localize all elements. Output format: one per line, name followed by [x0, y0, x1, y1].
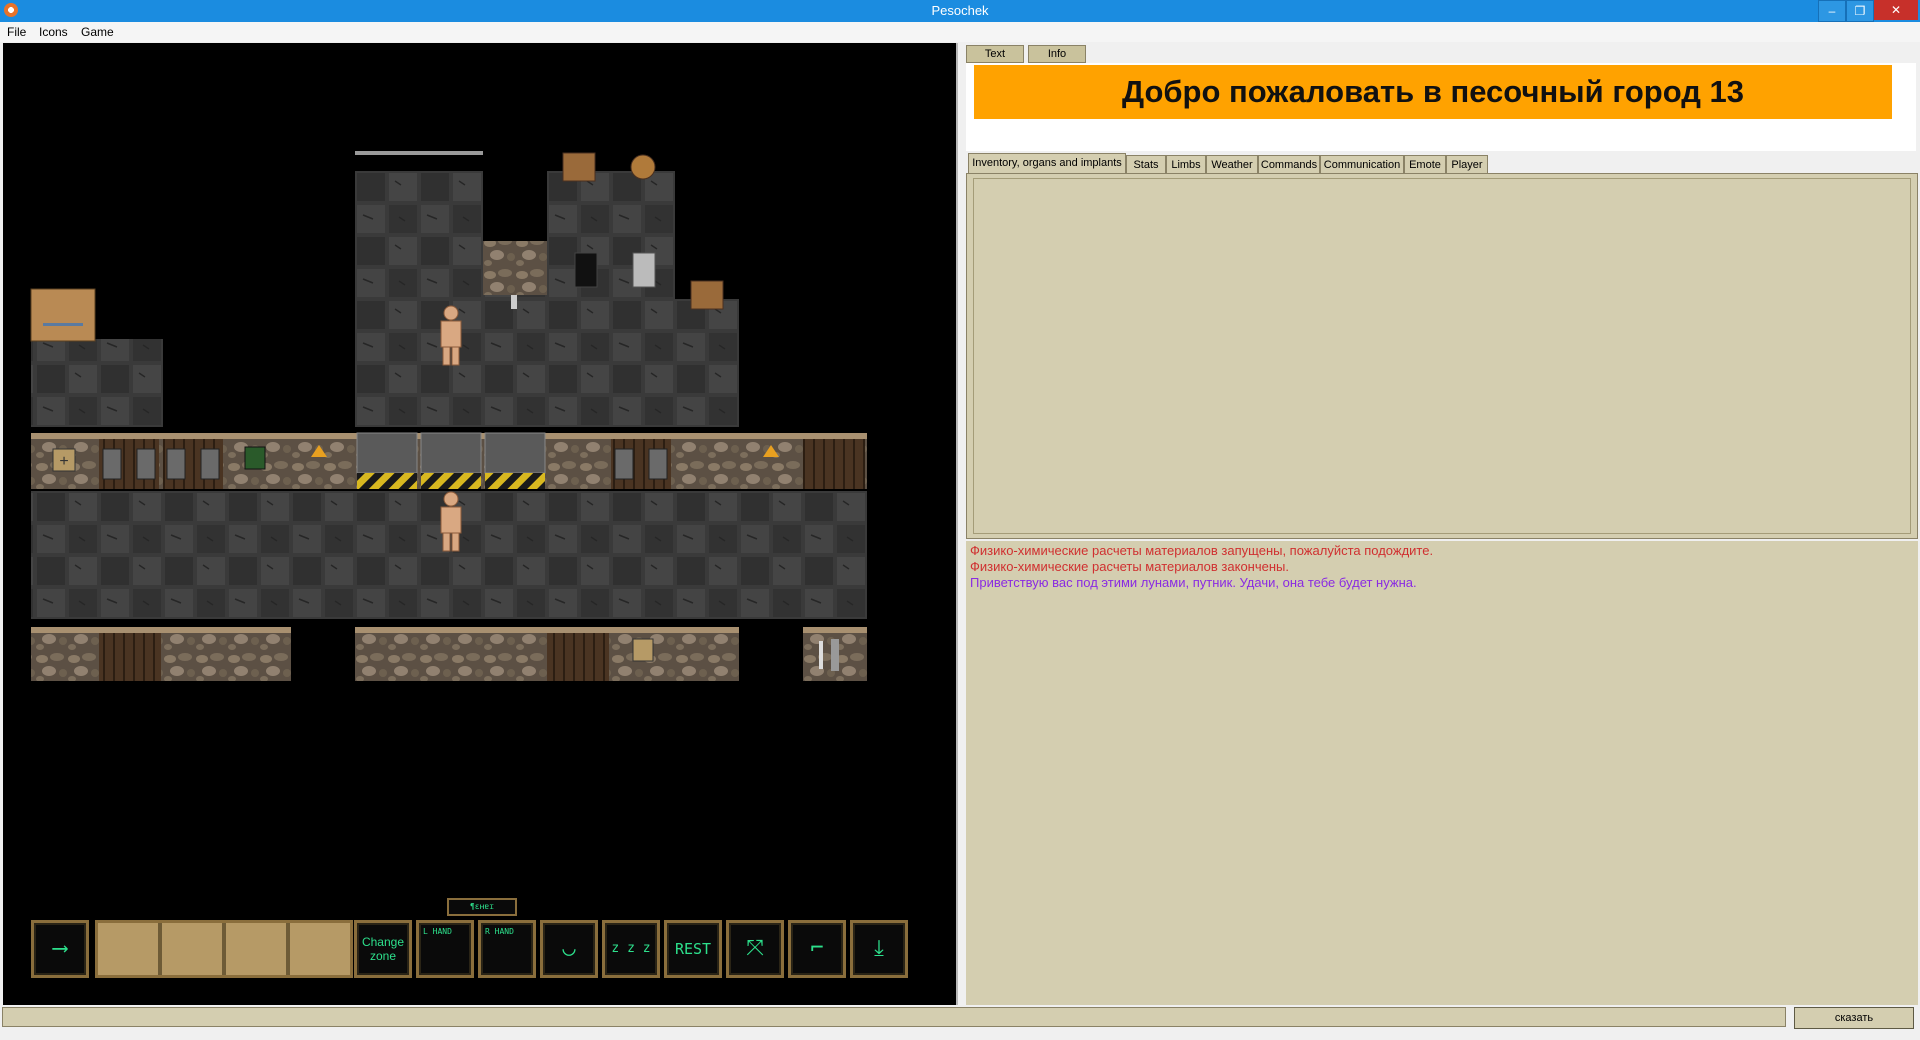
drop-button[interactable]: ⤓ — [850, 920, 908, 978]
say-button[interactable]: сказать — [1794, 1007, 1914, 1029]
sleep-button[interactable]: z z z — [602, 920, 660, 978]
rest-button[interactable]: REST — [664, 920, 722, 978]
drop-icon: ⤓ — [874, 936, 884, 961]
right-panel: Text Info Добро пожаловать в песочный го… — [962, 43, 1918, 1005]
move-button[interactable]: ⟶ — [31, 920, 89, 978]
left-hand-slot[interactable]: L HAND — [416, 920, 474, 978]
right-hand-slot[interactable]: R HAND — [478, 920, 536, 978]
menu-file[interactable]: File — [7, 25, 26, 39]
menu-game[interactable]: Game — [81, 25, 114, 39]
face-icon: ◡ — [562, 936, 576, 961]
chat-input[interactable] — [2, 1007, 1786, 1027]
welcome-banner: Добро пожаловать в песочный город 13 — [974, 65, 1892, 119]
tab-commands[interactable]: Commands — [1258, 155, 1320, 174]
tab-info[interactable]: Info — [1028, 45, 1086, 63]
throw-icon: ⌐ — [810, 936, 824, 961]
maximize-button[interactable]: ❐ — [1846, 0, 1874, 22]
tab-text[interactable]: Text — [966, 45, 1024, 63]
change-zone-label-2: zone — [369, 949, 397, 963]
tab-stats[interactable]: Stats — [1126, 155, 1166, 174]
menu-icons[interactable]: Icons — [39, 25, 68, 39]
window-title: Pesochek — [931, 3, 989, 18]
chat-message: Приветствую вас под этими лунами, путник… — [970, 575, 1417, 590]
throw-button[interactable]: ⌐ — [788, 920, 846, 978]
title-bar: Pesochek – ❐ ✕ — [0, 0, 1920, 22]
change-zone-button[interactable]: Change zone — [354, 920, 412, 978]
game-map[interactable]: + — [3, 43, 956, 1005]
emote-button[interactable]: ◡ — [540, 920, 598, 978]
tab-inventory[interactable]: Inventory, organs and implants — [968, 153, 1126, 175]
game-viewport[interactable]: + ¶ɛʜɐɪ ⟶ Change zone L HAND R HAND ◡ z … — [3, 43, 958, 1005]
left-hand-label: L HAND — [423, 927, 452, 936]
minimize-button[interactable]: – — [1818, 0, 1846, 22]
tab-emote[interactable]: Emote — [1404, 155, 1446, 174]
sleep-icon: z z z — [611, 941, 651, 956]
tab-player[interactable]: Player — [1446, 155, 1488, 174]
tab-communication[interactable]: Communication — [1320, 155, 1404, 174]
intent-indicator[interactable]: ¶ɛʜɐɪ — [447, 898, 517, 916]
menu-bar: File Icons Game — [0, 22, 1920, 42]
close-button[interactable]: ✕ — [1874, 0, 1918, 20]
right-hand-label: R HAND — [485, 927, 514, 936]
inventory-list[interactable] — [973, 178, 1911, 534]
chat-log: Физико-химические расчеты материалов зап… — [966, 541, 1918, 1005]
chat-message: Физико-химические расчеты материалов зак… — [970, 559, 1290, 574]
input-bar: сказать — [0, 1005, 1920, 1040]
inventory-panel — [966, 173, 1918, 539]
pull-icon: ⤧ — [746, 936, 764, 961]
tab-weather[interactable]: Weather — [1206, 155, 1258, 174]
change-zone-label-1: Change — [361, 935, 405, 949]
svg-text:+: + — [59, 453, 68, 470]
chat-message: Физико-химические расчеты материалов зап… — [970, 543, 1434, 558]
rest-icon: REST — [674, 940, 712, 958]
move-arrow-icon: ⟶ — [53, 936, 67, 961]
tab-limbs[interactable]: Limbs — [1166, 155, 1206, 174]
hud-storage-panel[interactable] — [95, 920, 353, 978]
pull-button[interactable]: ⤧ — [726, 920, 784, 978]
